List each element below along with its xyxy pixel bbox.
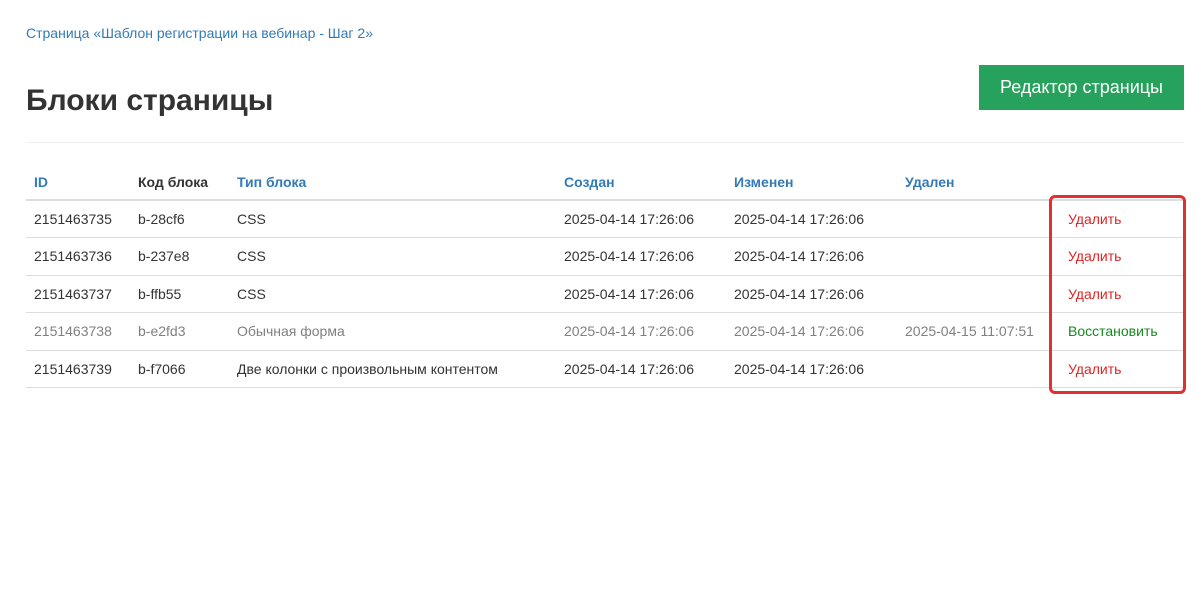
table-row: 2151463737 b-ffb55 CSS 2025-04-14 17:26:… <box>26 275 1184 313</box>
cell-created: 2025-04-14 17:26:06 <box>556 312 726 351</box>
cell-id: 2151463736 <box>26 237 130 276</box>
cell-deleted: 2025-04-15 11:07:51 <box>897 312 1060 351</box>
cell-modified: 2025-04-14 17:26:06 <box>726 237 897 276</box>
cell-id: 2151463738 <box>26 312 130 351</box>
cell-code: b-237e8 <box>130 237 229 276</box>
blocks-table: ID Код блока Тип блока Создан Изменен Уд… <box>26 164 1184 388</box>
cell-deleted <box>897 275 1060 313</box>
delete-link[interactable]: Удалить <box>1060 275 1184 313</box>
page-editor-button[interactable]: Редактор страницы <box>979 65 1184 110</box>
cell-type: Обычная форма <box>229 312 556 351</box>
delete-link[interactable]: Удалить <box>1060 237 1184 276</box>
column-header-id[interactable]: ID <box>26 164 130 201</box>
cell-code: b-f7066 <box>130 350 229 388</box>
cell-modified: 2025-04-14 17:26:06 <box>726 312 897 351</box>
cell-code: b-ffb55 <box>130 275 229 313</box>
page-title: Блоки страницы <box>26 84 274 117</box>
title-divider <box>26 142 1184 143</box>
cell-type: CSS <box>229 237 556 276</box>
table-row: 2151463735 b-28cf6 CSS 2025-04-14 17:26:… <box>26 200 1184 238</box>
table-row-deleted: 2151463738 b-e2fd3 Обычная форма 2025-04… <box>26 312 1184 351</box>
column-header-created[interactable]: Создан <box>556 164 726 201</box>
breadcrumb-link[interactable]: Страница «Шаблон регистрации на вебинар … <box>26 25 373 41</box>
cell-created: 2025-04-14 17:26:06 <box>556 275 726 313</box>
cell-type: CSS <box>229 200 556 238</box>
cell-created: 2025-04-14 17:26:06 <box>556 350 726 388</box>
cell-code: b-28cf6 <box>130 200 229 238</box>
column-header-modified[interactable]: Изменен <box>726 164 897 201</box>
cell-modified: 2025-04-14 17:26:06 <box>726 275 897 313</box>
cell-id: 2151463735 <box>26 200 130 238</box>
table-header-row: ID Код блока Тип блока Создан Изменен Уд… <box>26 164 1184 201</box>
column-header-code: Код блока <box>130 164 229 201</box>
cell-deleted <box>897 350 1060 388</box>
cell-code: b-e2fd3 <box>130 312 229 351</box>
cell-modified: 2025-04-14 17:26:06 <box>726 350 897 388</box>
delete-link[interactable]: Удалить <box>1060 350 1184 388</box>
cell-deleted <box>897 237 1060 276</box>
column-header-actions <box>1060 164 1184 201</box>
column-header-deleted[interactable]: Удален <box>897 164 1060 201</box>
cell-deleted <box>897 200 1060 238</box>
delete-link[interactable]: Удалить <box>1060 200 1184 238</box>
cell-id: 2151463737 <box>26 275 130 313</box>
cell-modified: 2025-04-14 17:26:06 <box>726 200 897 238</box>
restore-link[interactable]: Восстановить <box>1060 312 1184 351</box>
table-row: 2151463736 b-237e8 CSS 2025-04-14 17:26:… <box>26 237 1184 276</box>
cell-created: 2025-04-14 17:26:06 <box>556 237 726 276</box>
cell-type: Две колонки с произвольным контентом <box>229 350 556 388</box>
table-row: 2151463739 b-f7066 Две колонки с произво… <box>26 350 1184 388</box>
column-header-type[interactable]: Тип блока <box>229 164 556 201</box>
cell-id: 2151463739 <box>26 350 130 388</box>
cell-created: 2025-04-14 17:26:06 <box>556 200 726 238</box>
cell-type: CSS <box>229 275 556 313</box>
